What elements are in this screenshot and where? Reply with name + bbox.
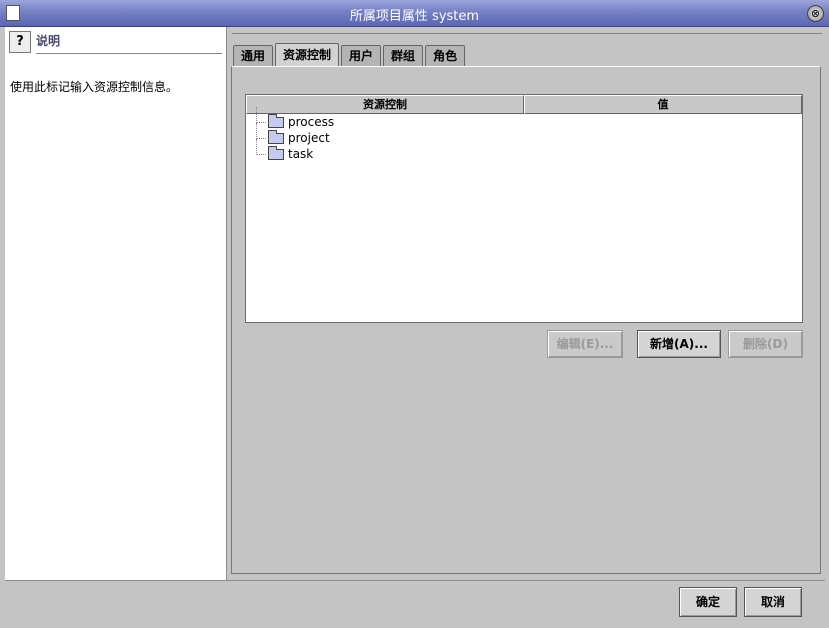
tree-item-label: project [288,131,330,145]
tab-roles[interactable]: 角色 [425,45,466,67]
resource-controls-table[interactable]: 资源控制 值 process project task [245,94,803,323]
tab-users[interactable]: 用户 [341,45,382,67]
window-title: 所属项目属性 system [349,9,480,24]
tab-bar: 通用 资源控制 用户 群组 角色 [233,43,467,67]
help-panel: ? 说明 使用此标记输入资源控制信息。 [5,27,227,580]
folder-icon [268,130,284,144]
tab-general[interactable]: 通用 [233,45,274,67]
tree-connector [256,107,266,123]
column-header-value[interactable]: 值 [524,95,802,114]
ok-button[interactable]: 确定 [679,587,737,617]
tree-connector [256,123,266,139]
tab-resource-controls[interactable]: 资源控制 [275,43,340,67]
delete-button[interactable]: 删除(D) [728,330,803,358]
top-divider [232,33,822,34]
folder-icon [268,114,284,128]
help-divider [36,53,222,54]
title-bar[interactable]: 所属项目属性 system ⊗ [0,0,829,27]
folder-icon [268,146,284,160]
help-title: 说明 [36,34,61,48]
tree-item-label: process [288,115,335,129]
edit-button[interactable]: 编辑(E)... [547,330,623,358]
help-text: 使用此标记输入资源控制信息。 [10,80,179,94]
close-icon[interactable]: ⊗ [807,5,824,22]
table-header: 资源控制 值 [246,95,802,114]
tab-groups[interactable]: 群组 [383,45,424,67]
tree-item-label: task [288,147,314,161]
tree-connector [256,139,266,155]
cancel-button[interactable]: 取消 [744,587,802,617]
help-icon: ? [9,31,31,53]
dialog-footer: 确定 取消 [5,580,825,624]
tab-content: 资源控制 值 process project task 编辑(E)... 新增(… [231,66,821,574]
add-button[interactable]: 新增(A)... [637,330,721,358]
main-area: 通用 资源控制 用户 群组 角色 资源控制 值 process project [229,27,825,580]
column-header-resource-control[interactable]: 资源控制 [246,95,524,114]
